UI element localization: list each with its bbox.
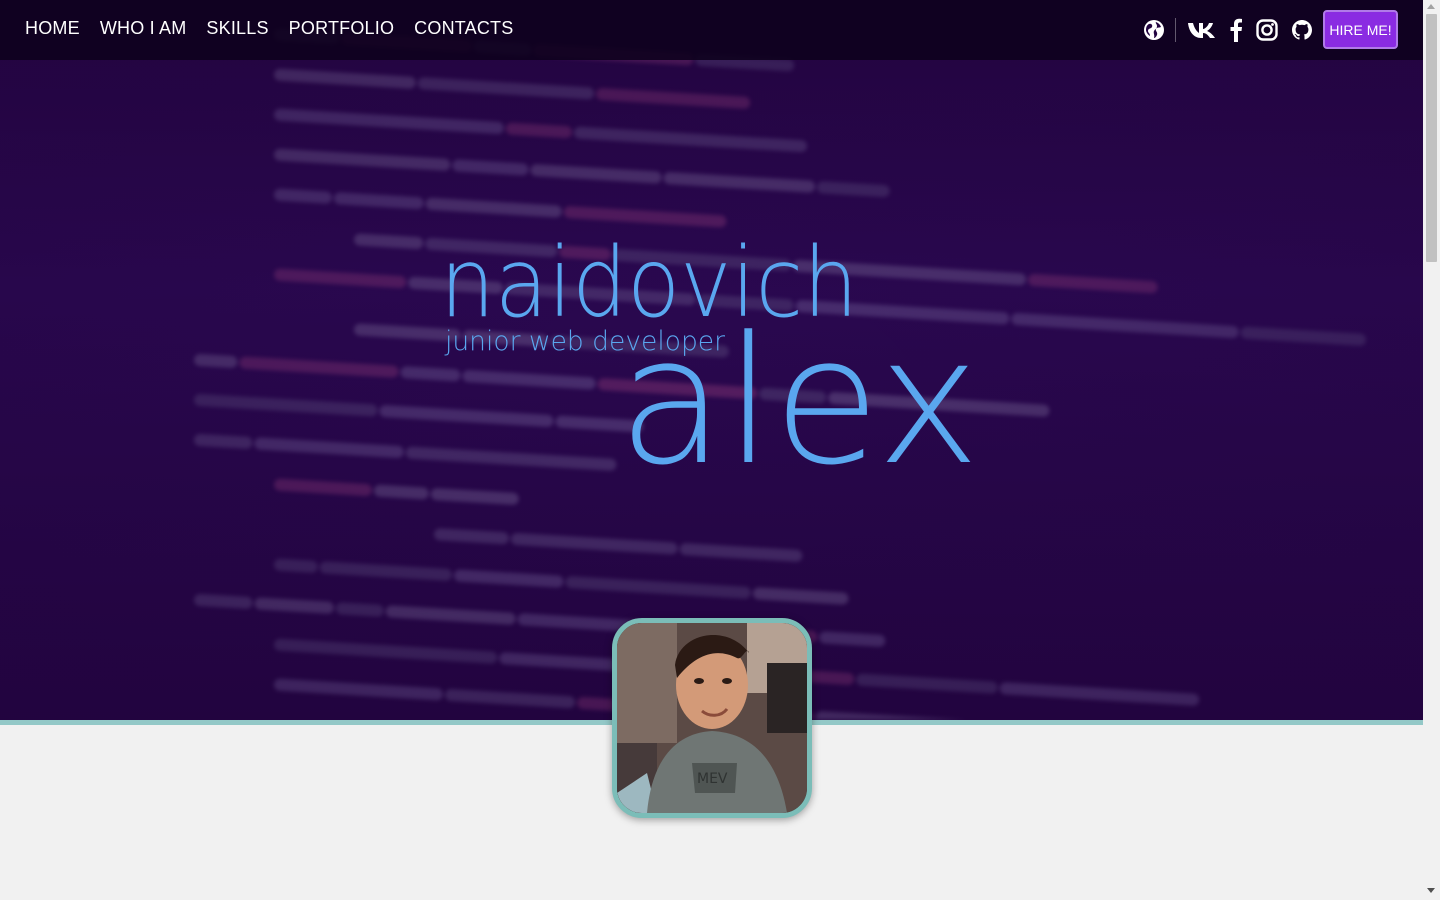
nav-contacts[interactable]: CONTACTS	[414, 18, 513, 39]
avatar: MEV	[612, 618, 812, 818]
top-navbar: HOME WHO I AM SKILLS PORTFOLIO CONTACTS	[0, 0, 1423, 60]
hire-me-button[interactable]: HIRE ME!	[1323, 10, 1398, 49]
nav-skills[interactable]: SKILLS	[206, 18, 268, 39]
github-icon[interactable]	[1290, 17, 1314, 43]
scroll-up-arrow-icon[interactable]	[1427, 4, 1435, 9]
facebook-icon[interactable]	[1226, 17, 1246, 43]
main-nav: HOME WHO I AM SKILLS PORTFOLIO CONTACTS	[25, 18, 513, 39]
logo-first-name: alex	[618, 299, 980, 504]
svg-text:MEV: MEV	[697, 771, 728, 787]
scroll-down-arrow-icon[interactable]	[1427, 888, 1435, 893]
instagram-icon[interactable]	[1255, 17, 1279, 43]
hero-logo: naidovich junior web developer alex	[440, 227, 980, 504]
nav-home[interactable]: HOME	[25, 18, 80, 39]
vk-icon[interactable]	[1186, 17, 1218, 43]
page-scrollbar[interactable]	[1423, 0, 1440, 900]
nav-who-i-am[interactable]: WHO I AM	[100, 18, 187, 39]
social-divider	[1175, 18, 1176, 42]
scroll-thumb[interactable]	[1426, 14, 1437, 262]
nav-portfolio[interactable]: PORTFOLIO	[289, 18, 395, 39]
globe-icon[interactable]	[1142, 17, 1166, 43]
hero-section: naidovich junior web developer alex	[0, 0, 1423, 725]
